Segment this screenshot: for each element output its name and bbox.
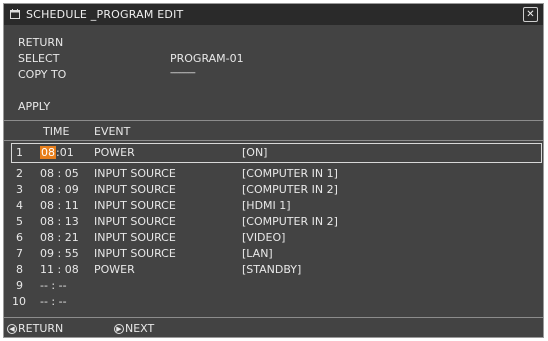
divider (4, 317, 543, 318)
row-event: POWER (94, 263, 135, 276)
row-event: INPUT SOURCE (94, 215, 176, 228)
row-param: [HDMI 1] (242, 199, 291, 212)
row-number: 3 (16, 183, 23, 196)
row-param: [LAN] (242, 247, 273, 260)
row-event: INPUT SOURCE (94, 167, 176, 180)
table-row[interactable]: 5 08 : 13 INPUT SOURCE [COMPUTER IN 2] (4, 214, 543, 230)
menu-return[interactable]: RETURN (18, 36, 63, 49)
next-button[interactable]: ▶ NEXT (114, 322, 154, 335)
row-time[interactable]: 08:01 (40, 146, 80, 159)
minute-field[interactable]: :01 (56, 146, 74, 159)
row-time: 11 : 08 (40, 263, 79, 276)
row-time: -- : -- (40, 279, 67, 292)
row-number: 1 (16, 146, 23, 159)
table-row[interactable]: 7 09 : 55 INPUT SOURCE [LAN] (4, 246, 543, 262)
row-time: 08 : 13 (40, 215, 79, 228)
menu-apply[interactable]: APPLY (18, 100, 50, 113)
column-header-event: EVENT (94, 125, 131, 138)
row-time: 08 : 21 (40, 231, 79, 244)
menu-select[interactable]: SELECT (18, 52, 59, 65)
footer-bar: ◀ RETURN ▶ NEXT (4, 320, 543, 337)
calendar-icon (10, 9, 20, 19)
row-number: 2 (16, 167, 23, 180)
row-param: [VIDEO] (242, 231, 286, 244)
row-event: INPUT SOURCE (94, 199, 176, 212)
row-number: 9 (16, 279, 23, 292)
row-param: [COMPUTER IN 2] (242, 183, 338, 196)
row-number: 6 (16, 231, 23, 244)
return-button[interactable]: ◀ RETURN (7, 322, 63, 335)
schedule-edit-window: SCHEDULE _PROGRAM EDIT ✕ RETURN SELECT P… (3, 3, 544, 338)
column-header-time: TIME (43, 125, 70, 138)
table-row[interactable]: 10 -- : -- (4, 294, 543, 310)
row-number: 5 (16, 215, 23, 228)
row-number: 4 (16, 199, 23, 212)
row-param: [COMPUTER IN 2] (242, 215, 338, 228)
window-title: SCHEDULE _PROGRAM EDIT (26, 8, 184, 21)
divider (4, 140, 543, 141)
row-time: 08 : 05 (40, 167, 79, 180)
return-label: RETURN (18, 322, 64, 335)
row-time: 09 : 55 (40, 247, 79, 260)
row-event: INPUT SOURCE (94, 231, 176, 244)
table-row[interactable]: 2 08 : 05 INPUT SOURCE [COMPUTER IN 1] (4, 166, 543, 182)
row-time: 08 : 11 (40, 199, 79, 212)
select-value: PROGRAM-01 (170, 52, 244, 65)
table-row[interactable]: 8 11 : 08 POWER [STANDBY] (4, 262, 543, 278)
row-event: INPUT SOURCE (94, 247, 176, 260)
row-number: 10 (12, 295, 26, 308)
row-param: [STANDBY] (242, 263, 302, 276)
row-event: POWER (94, 146, 135, 159)
row-time: -- : -- (40, 295, 67, 308)
row-event: INPUT SOURCE (94, 183, 176, 196)
hour-field[interactable]: 08 (40, 146, 56, 159)
row-param: [ON] (242, 146, 268, 159)
title-bar: SCHEDULE _PROGRAM EDIT ✕ (4, 4, 543, 25)
table-row[interactable]: 1 08:01 POWER [ON] (4, 145, 543, 161)
left-arrow-icon: ◀ (7, 323, 17, 334)
row-param: [COMPUTER IN 1] (242, 167, 338, 180)
row-time: 08 : 09 (40, 183, 79, 196)
menu-copy-to[interactable]: COPY TO (18, 68, 66, 81)
divider (4, 120, 543, 121)
table-row[interactable]: 4 08 : 11 INPUT SOURCE [HDMI 1] (4, 198, 543, 214)
copy-to-value: ----------- (170, 68, 196, 78)
table-row[interactable]: 9 -- : -- (4, 278, 543, 294)
table-row[interactable]: 6 08 : 21 INPUT SOURCE [VIDEO] (4, 230, 543, 246)
row-number: 8 (16, 263, 23, 276)
next-label: NEXT (125, 322, 155, 335)
right-arrow-icon: ▶ (114, 323, 124, 334)
row-number: 7 (16, 247, 23, 260)
table-row[interactable]: 3 08 : 09 INPUT SOURCE [COMPUTER IN 2] (4, 182, 543, 198)
close-icon[interactable]: ✕ (523, 7, 538, 22)
